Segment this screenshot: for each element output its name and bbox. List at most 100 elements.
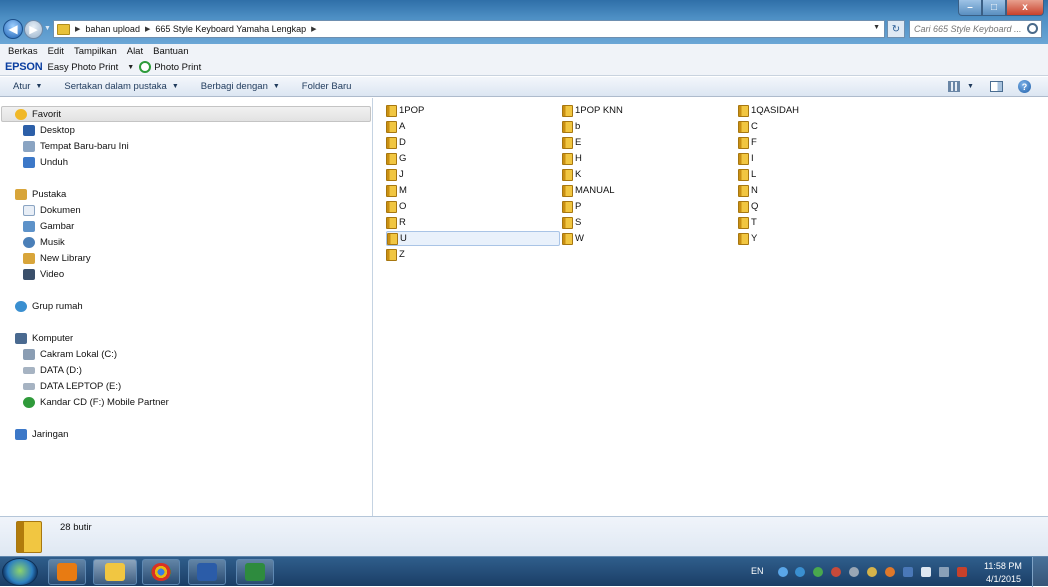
- back-arrow-icon[interactable]: ◀: [3, 19, 23, 39]
- nav-desktop[interactable]: Desktop: [23, 122, 75, 138]
- search-box[interactable]: [909, 20, 1042, 38]
- nav-favorites[interactable]: Favorit: [1, 106, 371, 122]
- breadcrumb-item[interactable]: 665 Style Keyboard Yamaha Lengkap: [155, 24, 306, 34]
- folder-name: K: [575, 169, 582, 180]
- nav-local-disk[interactable]: Cakram Lokal (C:): [23, 346, 117, 362]
- language-indicator[interactable]: EN: [751, 566, 764, 576]
- folder-item[interactable]: C: [738, 119, 758, 134]
- folder-item[interactable]: Q: [738, 199, 758, 214]
- nav-recent[interactable]: Tempat Baru-baru Ini: [23, 138, 129, 154]
- tray-icon[interactable]: [885, 567, 895, 577]
- folder-item[interactable]: Y: [738, 231, 757, 246]
- forward-arrow-icon[interactable]: ▶: [24, 20, 43, 39]
- folder-item[interactable]: 1POP: [386, 103, 424, 118]
- folder-item[interactable]: 1QASIDAH: [738, 103, 799, 118]
- magnifier-icon[interactable]: [1027, 23, 1038, 34]
- nav-drive-d[interactable]: DATA (D:): [23, 362, 82, 378]
- excel-button[interactable]: [236, 559, 274, 585]
- action-center-icon[interactable]: [957, 567, 967, 577]
- minimize-button[interactable]: –: [958, 0, 982, 16]
- menu-edit[interactable]: Edit: [48, 46, 64, 57]
- folder-item[interactable]: P: [562, 199, 581, 214]
- volume-icon[interactable]: [921, 567, 931, 577]
- folder-item[interactable]: N: [738, 183, 758, 198]
- start-button[interactable]: [2, 558, 38, 586]
- nav-pictures[interactable]: Gambar: [23, 218, 74, 234]
- menu-alat[interactable]: Alat: [127, 46, 143, 57]
- nav-cd-drive[interactable]: Kandar CD (F:) Mobile Partner: [23, 394, 169, 410]
- folder-item[interactable]: F: [738, 135, 757, 150]
- nav-computer[interactable]: Komputer: [15, 330, 73, 346]
- refresh-icon[interactable]: ↻: [887, 20, 905, 38]
- folder-item[interactable]: R: [386, 215, 406, 230]
- explorer-button[interactable]: [93, 559, 137, 585]
- chevron-down-icon[interactable]: ▼: [967, 83, 974, 90]
- new-folder-button[interactable]: Folder Baru: [302, 81, 352, 92]
- folder-icon: [386, 168, 397, 181]
- address-bar[interactable]: ▶ bahan upload ▶ 665 Style Keyboard Yama…: [53, 20, 885, 38]
- clock-date[interactable]: 4/1/2015: [986, 574, 1021, 584]
- nav-libraries[interactable]: Pustaka: [15, 186, 66, 202]
- ie-icon[interactable]: [795, 567, 805, 577]
- photo-print-button[interactable]: Photo Print: [154, 62, 201, 73]
- show-desktop-button[interactable]: [1032, 557, 1048, 587]
- chevron-down-icon[interactable]: ▼: [873, 24, 880, 31]
- preview-pane-icon[interactable]: [990, 81, 1003, 92]
- folder-item[interactable]: M: [386, 183, 407, 198]
- nav-music[interactable]: Musik: [23, 234, 65, 250]
- nav-drive-e[interactable]: DATA LEPTOP (E:): [23, 378, 121, 394]
- share-button[interactable]: Berbagi dengan ▼: [201, 81, 280, 92]
- folder-item[interactable]: 1POP KNN: [562, 103, 623, 118]
- folder-item[interactable]: J: [386, 167, 404, 182]
- word-button[interactable]: [188, 559, 226, 585]
- menu-berkas[interactable]: Berkas: [8, 46, 38, 57]
- search-input[interactable]: [914, 24, 1024, 34]
- include-library-button[interactable]: Sertakan dalam pustaka ▼: [64, 81, 178, 92]
- folder-item[interactable]: D: [386, 135, 406, 150]
- folder-item[interactable]: E: [562, 135, 581, 150]
- menu-tampilkan[interactable]: Tampilkan: [74, 46, 117, 57]
- folder-item[interactable]: H: [562, 151, 582, 166]
- history-dropdown-icon[interactable]: ▼: [44, 25, 51, 32]
- folder-item[interactable]: b: [562, 119, 580, 134]
- media-player-button[interactable]: [48, 559, 86, 585]
- nav-homegroup[interactable]: Grup rumah: [15, 298, 83, 314]
- folder-item[interactable]: Z: [386, 247, 405, 262]
- folder-item[interactable]: K: [562, 167, 581, 182]
- nav-network[interactable]: Jaringan: [15, 426, 68, 442]
- tray-icon[interactable]: [831, 567, 841, 577]
- folder-item[interactable]: S: [562, 215, 581, 230]
- tray-icon[interactable]: [867, 567, 877, 577]
- folder-item[interactable]: L: [738, 167, 756, 182]
- chrome-button[interactable]: [142, 559, 180, 585]
- menu-bantuan[interactable]: Bantuan: [153, 46, 188, 57]
- nav-documents[interactable]: Dokumen: [23, 202, 81, 218]
- chevron-down-icon[interactable]: ▼: [127, 64, 134, 71]
- folder-item[interactable]: A: [386, 119, 405, 134]
- close-button[interactable]: x: [1006, 0, 1044, 16]
- organize-button[interactable]: Atur ▼: [13, 81, 42, 92]
- folder-item[interactable]: G: [386, 151, 406, 166]
- nav-new-library[interactable]: New Library: [23, 250, 91, 266]
- clock-time[interactable]: 11:58 PM: [984, 561, 1022, 571]
- tray-icon[interactable]: [778, 567, 788, 577]
- easy-photo-print-button[interactable]: Easy Photo Print: [48, 62, 119, 73]
- folder-item[interactable]: O: [386, 199, 406, 214]
- folder-item[interactable]: U: [386, 231, 560, 246]
- signal-icon[interactable]: [939, 567, 949, 577]
- drive-icon: [23, 366, 35, 374]
- tray-icon[interactable]: [849, 567, 859, 577]
- folder-item[interactable]: I: [738, 151, 754, 166]
- view-options-icon[interactable]: [948, 81, 960, 92]
- tray-icon[interactable]: [903, 567, 913, 577]
- chrome-icon: [151, 563, 171, 581]
- nav-videos[interactable]: Video: [23, 266, 64, 282]
- nav-downloads[interactable]: Unduh: [23, 154, 68, 170]
- breadcrumb-item[interactable]: bahan upload: [85, 24, 140, 34]
- maximize-button[interactable]: □: [982, 0, 1006, 16]
- folder-item[interactable]: T: [738, 215, 757, 230]
- tray-icon[interactable]: [813, 567, 823, 577]
- help-icon[interactable]: ?: [1018, 80, 1031, 93]
- folder-item[interactable]: W: [562, 231, 584, 246]
- folder-item[interactable]: MANUAL: [562, 183, 615, 198]
